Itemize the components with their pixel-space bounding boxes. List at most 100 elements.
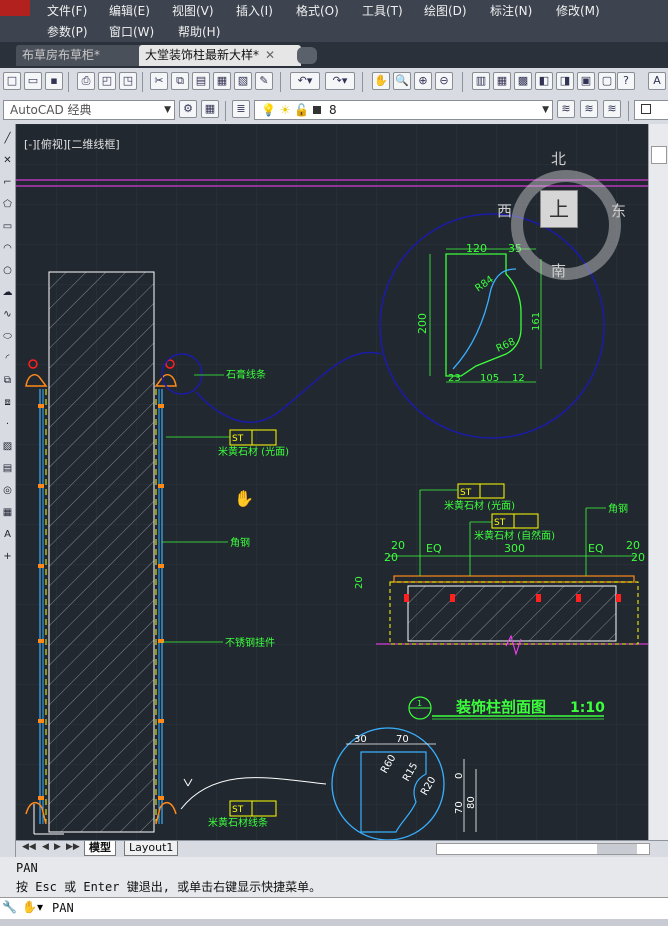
zoom-previous-icon[interactable]: ⊖ xyxy=(435,72,453,90)
ellipse-icon[interactable]: ⬭ xyxy=(1,330,14,343)
hatch-icon[interactable]: ▨ xyxy=(1,440,14,453)
plot-icon[interactable]: ◳ xyxy=(119,72,137,90)
menu-parameters[interactable]: 参数(P) xyxy=(47,23,88,40)
ellipse-arc-icon[interactable]: ◜ xyxy=(1,352,14,365)
preview-icon[interactable]: ◰ xyxy=(98,72,116,90)
mtext-icon[interactable]: A xyxy=(1,528,14,541)
command-line[interactable]: 🔧 ✋▾ PAN xyxy=(0,897,668,920)
open-icon[interactable]: ▭ xyxy=(24,72,42,90)
menu-view[interactable]: 视图(V) xyxy=(172,2,214,19)
arc-icon[interactable]: ◠ xyxy=(1,242,14,255)
help-icon[interactable]: ? xyxy=(617,72,635,90)
sheet-set-icon[interactable]: ◧ xyxy=(535,72,553,90)
gradient-icon[interactable]: ▤ xyxy=(1,462,14,475)
hand-icon: ✋▾ xyxy=(22,900,43,914)
tab-drawing-1[interactable]: 布草房布草柜* xyxy=(16,45,146,66)
viewcube-top-face[interactable]: 上 xyxy=(540,190,578,228)
print-icon[interactable]: ⎙ xyxy=(77,72,95,90)
last-layout-icon[interactable]: ▶▶ xyxy=(66,842,80,852)
menu-draw[interactable]: 绘图(D) xyxy=(424,2,467,19)
workspace-save-icon[interactable]: ▦ xyxy=(201,100,219,118)
menu-insert[interactable]: 插入(I) xyxy=(236,2,273,19)
tab-model[interactable]: 模型 xyxy=(84,841,116,856)
menu-modify[interactable]: 修改(M) xyxy=(556,2,600,19)
layer-state-icon[interactable]: ≋ xyxy=(603,100,621,118)
menu-format[interactable]: 格式(O) xyxy=(296,2,339,19)
wrench-icon[interactable]: 🔧 xyxy=(2,900,17,914)
tab-layout1[interactable]: Layout1 xyxy=(124,841,179,856)
workspace-select[interactable]: AutoCAD 经典 ▼ xyxy=(3,100,175,120)
paste-icon[interactable]: ▤ xyxy=(192,72,210,90)
tab-drawing-2[interactable]: 大堂装饰柱最新大样* ✕ xyxy=(139,45,301,66)
horizontal-scrollbar[interactable] xyxy=(436,843,650,855)
add-selected-icon[interactable]: + xyxy=(1,550,14,563)
layer-select[interactable]: 💡 ☀ 🔓 8 ▼ xyxy=(254,100,553,120)
construction-line-icon[interactable]: ✕ xyxy=(1,154,14,167)
command-input[interactable]: PAN xyxy=(52,901,74,915)
point-icon[interactable]: · xyxy=(1,418,14,431)
pan-cursor-icon: ✋ xyxy=(234,489,254,508)
workspace-settings-icon[interactable]: ⚙ xyxy=(179,100,197,118)
menu-window[interactable]: 窗口(W) xyxy=(109,23,154,40)
circle-icon[interactable]: ○ xyxy=(1,264,14,277)
next-layout-icon[interactable]: ▶ xyxy=(54,842,61,852)
pan-icon[interactable]: ✋ xyxy=(372,72,390,90)
region-icon[interactable]: ◎ xyxy=(1,484,14,497)
polyline-icon[interactable]: ⌐ xyxy=(1,176,14,189)
copy-icon[interactable]: ⧉ xyxy=(171,72,189,90)
redo-icon[interactable]: ↷▾ xyxy=(325,72,355,90)
line-icon[interactable]: ╱ xyxy=(1,132,14,145)
scroll-thumb[interactable] xyxy=(651,146,667,164)
material-tag: ST xyxy=(494,518,506,528)
tool-palettes-icon[interactable]: ▩ xyxy=(514,72,532,90)
make-block-icon[interactable]: ⧈ xyxy=(1,396,14,409)
text-style-icon[interactable]: A xyxy=(648,72,666,90)
calculator-icon[interactable]: ▣ xyxy=(577,72,595,90)
menu-dimension[interactable]: 标注(N) xyxy=(490,2,532,19)
prev-layout-icon[interactable]: ◀ xyxy=(42,842,49,852)
zoom-realtime-icon[interactable]: 🔍 xyxy=(393,72,411,90)
zoom-window-icon[interactable]: ⊕ xyxy=(414,72,432,90)
make-current-layer-icon[interactable]: ≋ xyxy=(557,100,575,118)
properties-icon[interactable]: ▥ xyxy=(472,72,490,90)
color-select[interactable] xyxy=(634,100,668,120)
app-logo[interactable] xyxy=(0,0,30,16)
layer-previous-icon[interactable]: ≋ xyxy=(580,100,598,118)
standard-toolbar: □ ▭ ▪ ⎙ ◰ ◳ ✂ ⧉ ▤ ▦ ▧ ✎ ↶▾ ↷▾ ✋ 🔍 ⊕ ⊖ ▥ … xyxy=(0,68,668,98)
viewcube-east[interactable]: 东 xyxy=(611,200,626,221)
vertical-scrollbar[interactable] xyxy=(648,124,668,840)
close-icon[interactable]: ✕ xyxy=(265,48,275,62)
drawing-canvas[interactable]: 120 35 200 R84 R68 161 23 105 12 石膏线条 ST… xyxy=(16,124,648,840)
layer-manager-icon[interactable]: ≣ xyxy=(232,100,250,118)
viewcube-west[interactable]: 西 xyxy=(497,200,512,221)
cut-icon[interactable]: ✂ xyxy=(150,72,168,90)
brush-icon[interactable]: ✎ xyxy=(255,72,273,90)
menu-tools[interactable]: 工具(T) xyxy=(362,2,403,19)
menu-bar: 文件(F) 编辑(E) 视图(V) 插入(I) 格式(O) 工具(T) 绘图(D… xyxy=(0,0,668,42)
insert-block-icon[interactable]: ⧉ xyxy=(1,374,14,387)
menu-file[interactable]: 文件(F) xyxy=(47,2,87,19)
hscroll-thumb[interactable] xyxy=(597,844,637,854)
viewcube[interactable]: 上 北 南 西 东 xyxy=(497,150,626,280)
design-center-icon[interactable]: ▦ xyxy=(493,72,511,90)
viewcube-north[interactable]: 北 xyxy=(551,148,566,169)
spline-icon[interactable]: ∿ xyxy=(1,308,14,321)
markup-icon[interactable]: ◨ xyxy=(556,72,574,90)
viewcube-south[interactable]: 南 xyxy=(551,260,566,281)
calc-icon[interactable]: ▢ xyxy=(598,72,616,90)
table-icon[interactable]: ▦ xyxy=(1,506,14,519)
new-tab-button[interactable] xyxy=(297,47,317,64)
viewport-label[interactable]: [-][俯视][二维线框] xyxy=(24,136,120,152)
menu-help[interactable]: 帮助(H) xyxy=(178,23,220,40)
block-icon[interactable]: ▦ xyxy=(213,72,231,90)
undo-icon[interactable]: ↶▾ xyxy=(290,72,320,90)
first-layout-icon[interactable]: ◀◀ xyxy=(22,842,36,852)
revision-cloud-icon[interactable]: ☁ xyxy=(1,286,14,299)
rectangle-icon[interactable]: ▭ xyxy=(1,220,14,233)
new-icon[interactable]: □ xyxy=(3,72,21,90)
lock-icon: 🔓 xyxy=(294,103,310,117)
match-properties-icon[interactable]: ▧ xyxy=(234,72,252,90)
polygon-icon[interactable]: ⬠ xyxy=(1,198,14,211)
save-icon[interactable]: ▪ xyxy=(45,72,63,90)
menu-edit[interactable]: 编辑(E) xyxy=(109,2,150,19)
